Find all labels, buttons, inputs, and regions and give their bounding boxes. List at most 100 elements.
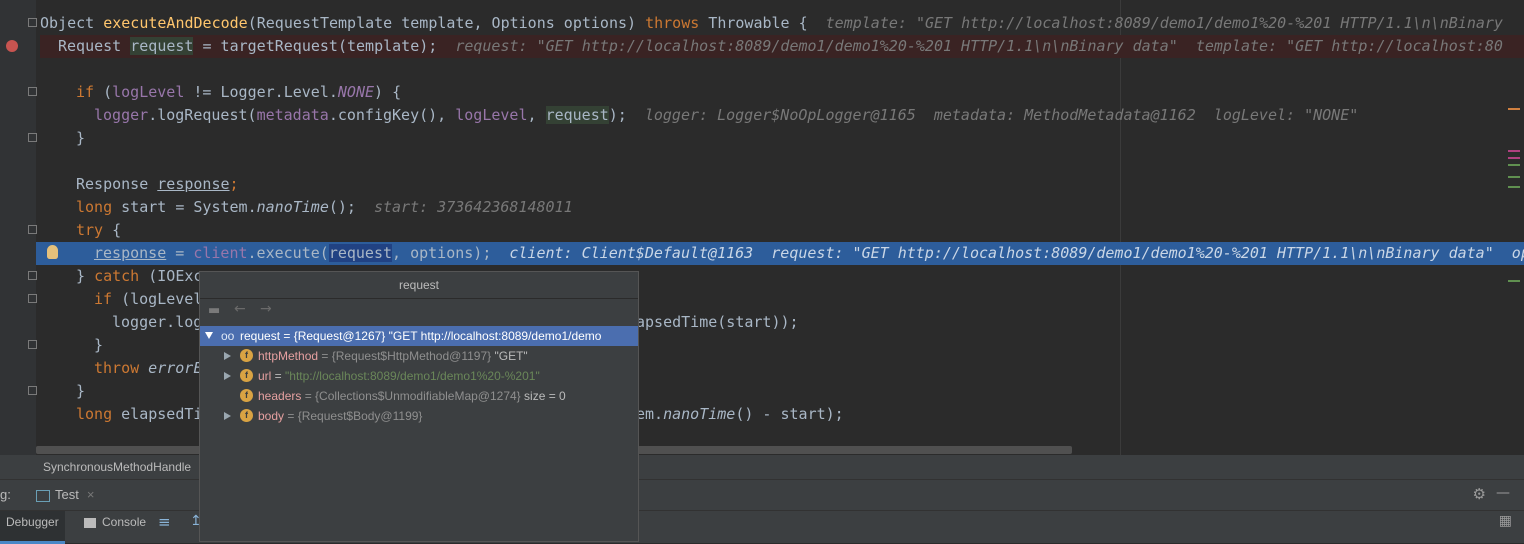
- code-token: logger.log: [112, 313, 203, 331]
- fold-icon[interactable]: [28, 18, 37, 27]
- tab-debugger[interactable]: Debugger: [0, 511, 65, 544]
- fold-icon[interactable]: [28, 133, 37, 142]
- keyword: long: [76, 198, 113, 216]
- code-line[interactable]: Response response;: [40, 173, 1524, 196]
- fold-icon[interactable]: [28, 225, 37, 234]
- variable-name: body: [258, 409, 285, 423]
- code-line[interactable]: Object executeAndDecode(RequestTemplate …: [40, 12, 1524, 35]
- tab-test[interactable]: Test ×: [30, 484, 100, 506]
- variable-value: "http://localhost:8089/demo1/demo1%20-%2…: [285, 369, 540, 383]
- variable-tree[interactable]: oo request = {Request@1267} "GET http://…: [200, 326, 638, 541]
- marker[interactable]: [1508, 280, 1520, 282]
- code-token: (logLevel: [112, 290, 203, 308]
- marker[interactable]: [1508, 164, 1520, 166]
- code-token: (IOExc: [139, 267, 203, 285]
- code-token: }: [94, 336, 104, 354]
- popup-toolbar: ▬ ← →: [200, 299, 638, 323]
- inline-debug-hint: client: Client$Default@1163 request: "GE…: [509, 244, 1524, 262]
- lightbulb-icon[interactable]: [47, 245, 58, 259]
- code-token: }: [76, 267, 95, 285]
- error-stripe[interactable]: [1506, 0, 1524, 455]
- code-line[interactable]: logger.logRequest(metadata.configKey(), …: [40, 104, 1524, 127]
- code-token: Response: [76, 175, 158, 193]
- fold-icon[interactable]: [28, 294, 37, 303]
- layout-icon[interactable]: ▦: [1499, 513, 1512, 529]
- method-call: nanoTime: [256, 198, 329, 216]
- marker[interactable]: [1508, 157, 1520, 159]
- run-config-icon: [36, 489, 50, 502]
- variable: request: [328, 244, 393, 262]
- expand-arrow-icon[interactable]: [224, 372, 231, 380]
- code-token: em.: [636, 405, 664, 423]
- tree-row-request[interactable]: oo request = {Request@1267} "GET http://…: [200, 326, 638, 346]
- code-token: .logRequest(: [148, 106, 257, 124]
- minimize-icon[interactable]: —: [1496, 485, 1510, 501]
- folder-icon[interactable]: ▬: [208, 303, 220, 318]
- field-icon: f: [240, 349, 253, 362]
- tree-row-url[interactable]: f url = "http://localhost:8089/demo1/dem…: [200, 366, 638, 386]
- keyword: throw: [94, 359, 140, 377]
- code-token: elapsedTi: [112, 405, 203, 423]
- variable: request: [545, 106, 609, 124]
- code-line-breakpoint[interactable]: Request request = targetRequest(template…: [40, 35, 1524, 58]
- back-arrow-icon[interactable]: ←: [234, 301, 246, 317]
- code-token: ,: [527, 106, 546, 124]
- code-token: apsedTime(start));: [636, 313, 799, 331]
- variable-value: "GET": [494, 349, 528, 363]
- expand-arrow-icon[interactable]: [224, 352, 231, 360]
- close-icon[interactable]: ×: [87, 487, 95, 502]
- code-line[interactable]: try {: [40, 219, 1524, 242]
- code-token: (: [94, 83, 113, 101]
- gear-icon[interactable]: ⚙: [1473, 485, 1486, 503]
- tree-row-body[interactable]: f body = {Request$Body@1199}: [200, 406, 638, 426]
- code-token: errorE: [139, 359, 203, 377]
- current-execution-line[interactable]: response = client.execute(request, optio…: [36, 242, 1524, 265]
- collapse-arrow-icon[interactable]: [205, 332, 213, 339]
- keyword: if: [94, 290, 113, 308]
- variable: request: [130, 37, 194, 55]
- marker[interactable]: [1508, 176, 1520, 178]
- tree-row-headers[interactable]: f headers = {Collections$UnmodifiableMap…: [200, 386, 638, 406]
- forward-arrow-icon[interactable]: →: [260, 301, 272, 317]
- code-token: ) {: [374, 83, 402, 101]
- keyword: catch: [94, 267, 140, 285]
- variable-name: httpMethod: [258, 349, 319, 363]
- tab-label: Test: [55, 487, 79, 502]
- expand-arrow-icon[interactable]: [224, 412, 231, 420]
- code-token: , options);: [392, 244, 492, 262]
- fold-icon[interactable]: [28, 87, 37, 96]
- fold-icon[interactable]: [28, 340, 37, 349]
- tree-row-httpMethod[interactable]: f httpMethod = {Request$HttpMethod@1197}…: [200, 346, 638, 366]
- variable-type: =: [271, 369, 286, 383]
- code-line[interactable]: long start = System.nanoTime(); start: 37…: [40, 196, 1524, 219]
- code-token: ;: [229, 175, 239, 193]
- debug-label: g:: [0, 487, 11, 502]
- keyword: try: [76, 221, 104, 239]
- inline-debug-hint: logger: Logger$NoOpLogger@1165 metadata:…: [644, 106, 1359, 124]
- code-token: }: [76, 129, 86, 147]
- code-token: start = System.: [112, 198, 257, 216]
- inline-debug-hint: template: "GET http://localhost:8089/dem…: [825, 14, 1503, 32]
- tab-console[interactable]: Console: [78, 511, 152, 541]
- method-name: executeAndDecode: [103, 14, 248, 32]
- marker[interactable]: [1508, 108, 1520, 110]
- variable-inspector-popup[interactable]: request ▬ ← → oo request = {Request@1267…: [199, 271, 639, 542]
- variable-name: headers: [258, 389, 302, 403]
- console-icon: [84, 517, 96, 528]
- code-line[interactable]: }: [40, 127, 1524, 150]
- menu-icon[interactable]: ≡: [158, 513, 171, 531]
- code-token: {: [103, 221, 122, 239]
- variable: response: [94, 244, 167, 262]
- marker[interactable]: [1508, 150, 1520, 152]
- field: logLevel: [112, 83, 185, 101]
- fold-icon[interactable]: [28, 271, 37, 280]
- breakpoint-icon[interactable]: [6, 40, 18, 52]
- code-token: () - start);: [735, 405, 844, 423]
- code-token: Request: [58, 37, 131, 55]
- inline-debug-hint: request: "GET http://localhost:8089/demo…: [455, 37, 1503, 55]
- breadcrumb[interactable]: SynchronousMethodHandle: [43, 455, 191, 479]
- marker[interactable]: [1508, 186, 1520, 188]
- code-line[interactable]: if (logLevel != Logger.Level.NONE) {: [40, 81, 1524, 104]
- fold-icon[interactable]: [28, 386, 37, 395]
- code-token: .execute(: [247, 244, 329, 262]
